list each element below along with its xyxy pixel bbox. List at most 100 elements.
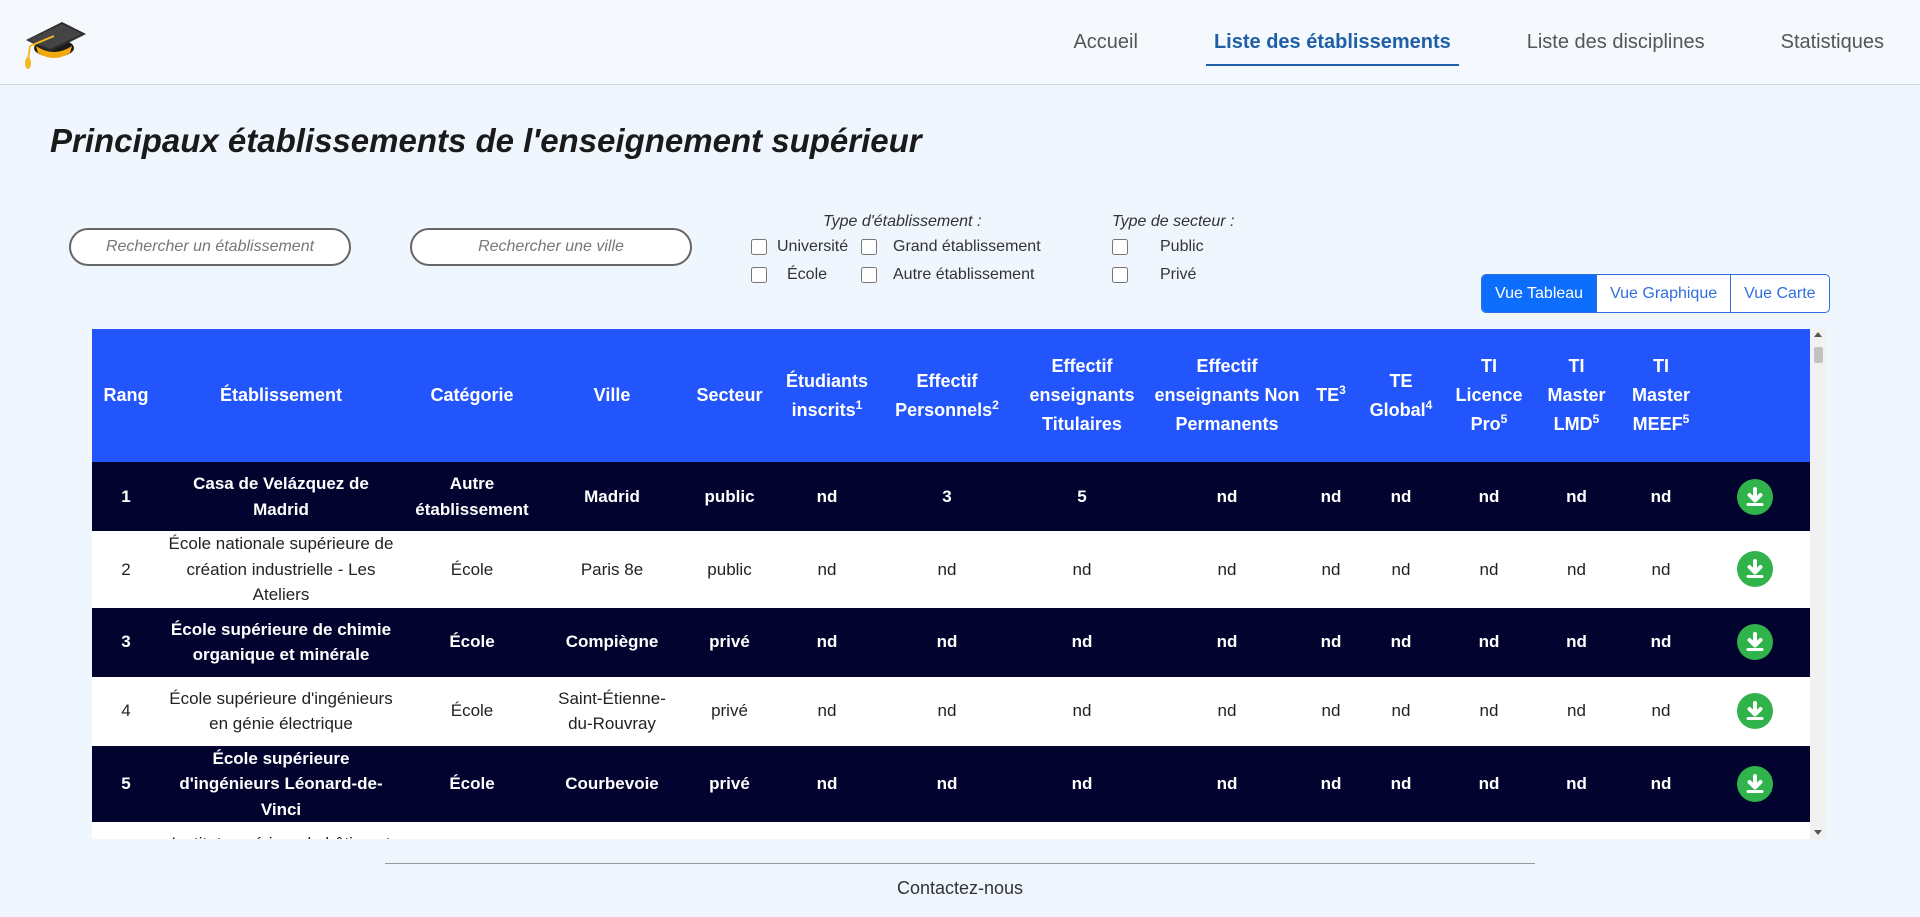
cell-personnels: nd <box>877 822 1017 839</box>
table-row[interactable]: 3 École supérieure de chimie organique et… <box>92 607 1810 677</box>
cell-rang: 2 <box>92 531 160 608</box>
download-icon[interactable] <box>1737 478 1773 515</box>
prive-checkbox[interactable] <box>1112 267 1128 283</box>
nav-statistiques[interactable]: Statistiques <box>1773 19 1892 66</box>
col-rang[interactable]: Rang <box>92 329 160 462</box>
cell-te: nd <box>1307 676 1355 746</box>
filter-universite[interactable]: Université <box>751 238 848 256</box>
cell-titulaires: nd <box>1017 745 1147 822</box>
download-icon[interactable] <box>1737 765 1773 802</box>
cell-personnels: nd <box>877 676 1017 746</box>
filter-ecole[interactable]: École <box>751 266 827 284</box>
search-establishment-input[interactable] <box>69 228 351 266</box>
ecole-checkbox[interactable] <box>751 267 767 283</box>
table-scrollbar[interactable] <box>1810 329 1827 839</box>
col-enseignants-non-permanents[interactable]: Effectif enseignants Non Permanents <box>1147 329 1307 462</box>
cell-ville: Saint-Étienne-du-Rouvray <box>542 676 682 746</box>
cell-ti-meef: nd <box>1622 745 1700 822</box>
filter-autre-etablissement[interactable]: Autre établissement <box>861 266 1034 284</box>
nav-liste-disciplines[interactable]: Liste des disciplines <box>1519 19 1713 66</box>
cell-ti-meef: nd <box>1622 676 1700 746</box>
cell-non-permanents: nd <box>1147 822 1307 839</box>
public-checkbox[interactable] <box>1112 239 1128 255</box>
cell-secteur: privé <box>682 822 777 839</box>
cell-download <box>1700 822 1810 839</box>
cell-etudiants: nd <box>777 607 877 677</box>
col-categorie[interactable]: Catégorie <box>402 329 542 462</box>
table-row[interactable]: 6Institut supérieur du bâtiment et des t… <box>92 822 1810 839</box>
cell-ti-master: nd <box>1531 462 1622 531</box>
table-row[interactable]: 4 École supérieure d'ingénieurs en génie … <box>92 676 1810 746</box>
cell-ville: Marseille 13e <box>542 822 682 839</box>
main-nav: Accueil Liste des établissements Liste d… <box>1033 0 1920 84</box>
cell-ti-meef: nd <box>1622 531 1700 608</box>
scroll-up-arrow-icon[interactable] <box>1814 332 1822 337</box>
cell-ville: Compiègne <box>542 607 682 677</box>
cell-download <box>1700 745 1810 822</box>
col-secteur[interactable]: Secteur <box>682 329 777 462</box>
cell-rang: 6 <box>92 822 160 839</box>
col-ti-licence-pro[interactable]: TI Licence Pro5 <box>1447 329 1531 462</box>
filter-prive[interactable]: Privé <box>1112 266 1196 284</box>
col-enseignants-titulaires[interactable]: Effectif enseignants Titulaires <box>1017 329 1147 462</box>
col-effectif-personnels[interactable]: Effectif Personnels2 <box>877 329 1017 462</box>
cell-ti-licence: nd <box>1447 531 1531 608</box>
cell-ti-master: nd <box>1531 607 1622 677</box>
cell-non-permanents: nd <box>1147 462 1307 531</box>
filter-grand-etablissement[interactable]: Grand établissement <box>861 238 1041 256</box>
cell-categorie: École <box>402 531 542 608</box>
cell-etablissement: École supérieure d'ingénieurs Léonard-de… <box>160 745 402 822</box>
cell-personnels: nd <box>877 531 1017 608</box>
cell-titulaires: nd <box>1017 676 1147 746</box>
scroll-thumb[interactable] <box>1814 347 1823 363</box>
vue-carte-button[interactable]: Vue Carte <box>1730 275 1828 312</box>
cell-secteur: public <box>682 531 777 608</box>
vue-tableau-button[interactable]: Vue Tableau <box>1482 275 1597 312</box>
col-etablissement[interactable]: Établissement <box>160 329 402 462</box>
cell-titulaires: nd <box>1017 531 1147 608</box>
table-row[interactable]: 1 Casa de Velázquez de Madrid Autre établi… <box>92 462 1810 531</box>
cell-etablissement: École supérieure de chimie organique et … <box>160 607 402 677</box>
download-icon[interactable] <box>1737 693 1773 729</box>
col-etudiants-inscrits[interactable]: Étudiants inscrits1 <box>777 329 877 462</box>
table-row[interactable]: 5 École supérieure d'ingénieurs Léonard-d… <box>92 745 1810 822</box>
search-city-input[interactable] <box>410 228 692 266</box>
nav-accueil[interactable]: Accueil <box>1065 19 1145 66</box>
vue-graphique-button[interactable]: Vue Graphique <box>1596 275 1730 312</box>
download-icon[interactable] <box>1737 551 1773 588</box>
col-ti-master-meef[interactable]: TI Master MEEF5 <box>1622 329 1700 462</box>
autre-etablissement-checkbox[interactable] <box>861 267 877 283</box>
cell-te: nd <box>1307 462 1355 531</box>
cell-ti-meef: nd <box>1622 462 1700 531</box>
cell-titulaires: nd <box>1017 607 1147 677</box>
col-te-global[interactable]: TE Global4 <box>1355 329 1447 462</box>
col-te[interactable]: TE3 <box>1307 329 1355 462</box>
cell-etudiants: nd <box>777 822 877 839</box>
col-ti-master-lmd[interactable]: TI Master LMD5 <box>1531 329 1622 462</box>
download-icon[interactable] <box>1737 624 1773 660</box>
cell-ville: Madrid <box>542 462 682 531</box>
table-row[interactable]: 2 École nationale supérieure de création … <box>92 531 1810 608</box>
cell-ti-master: nd <box>1531 822 1622 839</box>
cell-download <box>1700 676 1810 746</box>
universite-checkbox[interactable] <box>751 239 767 255</box>
cell-ville: Courbevoie <box>542 745 682 822</box>
cell-download <box>1700 531 1810 608</box>
filter-public[interactable]: Public <box>1112 238 1204 256</box>
cell-non-permanents: nd <box>1147 607 1307 677</box>
establishments-table: Rang Établissement Catégorie Ville Secte… <box>92 329 1810 839</box>
cell-categorie: École <box>402 607 542 677</box>
cell-rang: 1 <box>92 462 160 531</box>
cell-non-permanents: nd <box>1147 676 1307 746</box>
contact-link[interactable]: Contactez-nous <box>0 878 1920 899</box>
cell-rang: 4 <box>92 676 160 746</box>
download-icon[interactable] <box>1737 838 1773 839</box>
graduation-cap-logo[interactable] <box>22 16 88 70</box>
cell-etudiants: nd <box>777 531 877 608</box>
col-ville[interactable]: Ville <box>542 329 682 462</box>
cell-ti-master: nd <box>1531 676 1622 746</box>
grand-etablissement-checkbox[interactable] <box>861 239 877 255</box>
nav-liste-etablissements[interactable]: Liste des établissements <box>1205 19 1459 66</box>
establishments-table-container[interactable]: Rang Établissement Catégorie Ville Secte… <box>92 329 1810 839</box>
scroll-down-arrow-icon[interactable] <box>1814 830 1822 835</box>
